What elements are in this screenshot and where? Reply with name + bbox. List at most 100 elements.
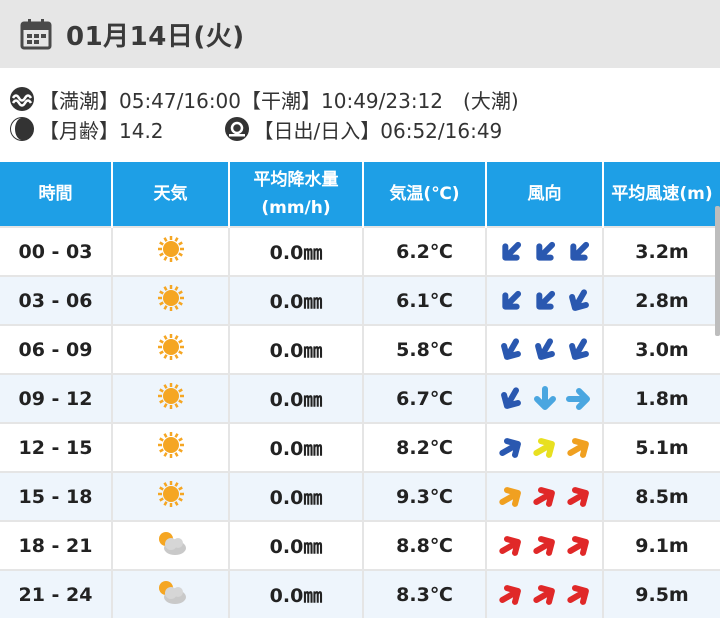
- sun-info: 【日出/日入】06:52/16:49: [224, 115, 503, 144]
- precip-cell: 0.0㎜: [229, 226, 364, 276]
- wind-arrow-icon: [532, 437, 555, 458]
- forecast-table: 時間 天気 平均降水量 (mm/h) 気温(℃) 風向 平均風速(m) 00 -…: [0, 162, 720, 618]
- wind-dir-cell: [486, 373, 604, 423]
- calendar-icon: [20, 19, 52, 50]
- precip-cell: 0.0㎜: [229, 422, 364, 472]
- wind-speed-cell: 1.8m: [603, 373, 720, 423]
- sunny-cloudy-icon: [158, 532, 186, 555]
- weather-cell: [112, 275, 230, 325]
- precip-cell: 0.0㎜: [229, 471, 364, 521]
- wind-arrow-icon: [498, 535, 521, 556]
- temp-cell: 6.1℃: [363, 275, 487, 325]
- weather-cell: [112, 471, 230, 521]
- time-cell: 15 - 18: [0, 471, 113, 521]
- page-date: 01月14日(火): [66, 21, 245, 52]
- wind-arrow-icon: [566, 486, 589, 507]
- wind-dir-cell: [486, 520, 604, 570]
- time-cell: 12 - 15: [0, 422, 113, 472]
- wind-arrow-icon: [566, 535, 589, 556]
- weather-cell: [112, 373, 230, 423]
- temp-cell: 8.8℃: [363, 520, 487, 570]
- wind-arrow-icon: [568, 337, 589, 360]
- wind-arrow-icon: [569, 241, 589, 261]
- wind-arrow-icon: [498, 584, 521, 605]
- sunny-icon: [157, 432, 184, 458]
- table-row: 09 - 12 0.0㎜ 6.7℃ 1.8m: [0, 373, 720, 423]
- temp-cell: 5.8℃: [363, 324, 487, 374]
- temp-cell: 6.2℃: [363, 226, 487, 276]
- wind-dir-cell: [486, 324, 604, 374]
- header-wind-speed: 平均風速(m): [603, 162, 720, 227]
- precip-cell: 0.0㎜: [229, 520, 364, 570]
- weather-cell: [112, 324, 230, 374]
- weather-cell: [112, 422, 230, 472]
- wind-arrow-icon: [498, 486, 521, 507]
- precip-cell: 0.0㎜: [229, 373, 364, 423]
- wind-arrow-icon: [535, 241, 555, 261]
- table-row: 03 - 06 0.0㎜ 6.1℃ 2.8m: [0, 275, 720, 325]
- table-header-row: 時間 天気 平均降水量 (mm/h) 気温(℃) 風向 平均風速(m): [0, 162, 720, 227]
- wind-speed-cell: 2.8m: [603, 275, 720, 325]
- wind-speed-cell: 8.5m: [603, 471, 720, 521]
- precip-cell: 0.0㎜: [229, 324, 364, 374]
- precip-cell: 0.0㎜: [229, 275, 364, 325]
- table-row: 18 - 21 0.0㎜ 8.8℃ 9.1m: [0, 520, 720, 570]
- wind-dir-cell: [486, 569, 604, 618]
- table-row: 21 - 24 0.0㎜ 8.3℃ 9.5m: [0, 569, 720, 618]
- sunny-icon: [157, 383, 184, 409]
- time-cell: 09 - 12: [0, 373, 113, 423]
- sunny-cloudy-icon: [158, 581, 186, 604]
- wind-arrow-icon: [533, 385, 556, 410]
- time-cell: 18 - 21: [0, 520, 113, 570]
- temp-cell: 6.7℃: [363, 373, 487, 423]
- temp-cell: 8.2℃: [363, 422, 487, 472]
- wind-speed-cell: 9.1m: [603, 520, 720, 570]
- wind-dir-cell: [486, 226, 604, 276]
- header-precip: 平均降水量 (mm/h): [229, 162, 364, 227]
- table-row: 15 - 18 0.0㎜ 9.3℃ 8.5m: [0, 471, 720, 521]
- weather-cell: [112, 520, 230, 570]
- sunny-icon: [157, 236, 184, 262]
- wind-arrow-icon: [566, 437, 589, 458]
- moon-sun-row: 【月齢】14.2 【日出/日入】06:52/16:49: [0, 114, 720, 144]
- wind-speed-cell: 3.2m: [603, 226, 720, 276]
- header-wind-dir: 風向: [486, 162, 604, 227]
- tide-icon: [10, 87, 34, 111]
- sunny-icon: [157, 285, 184, 311]
- time-cell: 03 - 06: [0, 275, 113, 325]
- table-row: 12 - 15 0.0㎜ 8.2℃ 5.1m: [0, 422, 720, 472]
- header-weather: 天気: [112, 162, 230, 227]
- time-cell: 06 - 09: [0, 324, 113, 374]
- wind-arrow-icon: [498, 437, 521, 458]
- wind-speed-cell: 9.5m: [603, 569, 720, 618]
- wind-arrow-icon: [535, 290, 555, 310]
- wind-arrow-icon: [532, 486, 555, 507]
- sunny-icon: [157, 481, 184, 507]
- table-row: 00 - 03 0.0㎜ 6.2℃ 3.2m: [0, 226, 720, 276]
- wind-dir-cell: [486, 275, 604, 325]
- wind-arrow-icon: [565, 387, 590, 410]
- wind-speed-cell: 3.0m: [603, 324, 720, 374]
- sunrise-sunset-text: 【日出/日入】06:52/16:49: [253, 118, 503, 143]
- time-cell: 00 - 03: [0, 226, 113, 276]
- wind-arrow-icon: [534, 337, 555, 360]
- wind-arrow-icon: [501, 290, 521, 310]
- wind-arrow-icon: [500, 337, 521, 360]
- scrollbar[interactable]: [715, 206, 720, 336]
- tide-row: 【満潮】05:47/16:00【干潮】10:49/23:12 (大潮): [0, 84, 720, 114]
- wind-arrow-icon: [501, 241, 521, 261]
- wind-speed-cell: 5.1m: [603, 422, 720, 472]
- tide-text: 【満潮】05:47/16:00【干潮】10:49/23:12 (大潮): [39, 88, 519, 113]
- sunrise-icon: [224, 117, 249, 141]
- wind-arrow-icon: [566, 584, 589, 605]
- table-row: 06 - 09 0.0㎜ 5.8℃ 3.0m: [0, 324, 720, 374]
- weather-cell: [112, 569, 230, 618]
- header-temp: 気温(℃): [363, 162, 487, 227]
- wind-arrow-icon: [568, 288, 589, 311]
- temp-cell: 8.3℃: [363, 569, 487, 618]
- moon-age-text: 【月齢】14.2: [39, 118, 164, 143]
- wind-arrow-icon: [500, 386, 521, 409]
- wind-dir-cell: [486, 422, 604, 472]
- temp-cell: 9.3℃: [363, 471, 487, 521]
- header-time: 時間: [0, 162, 113, 227]
